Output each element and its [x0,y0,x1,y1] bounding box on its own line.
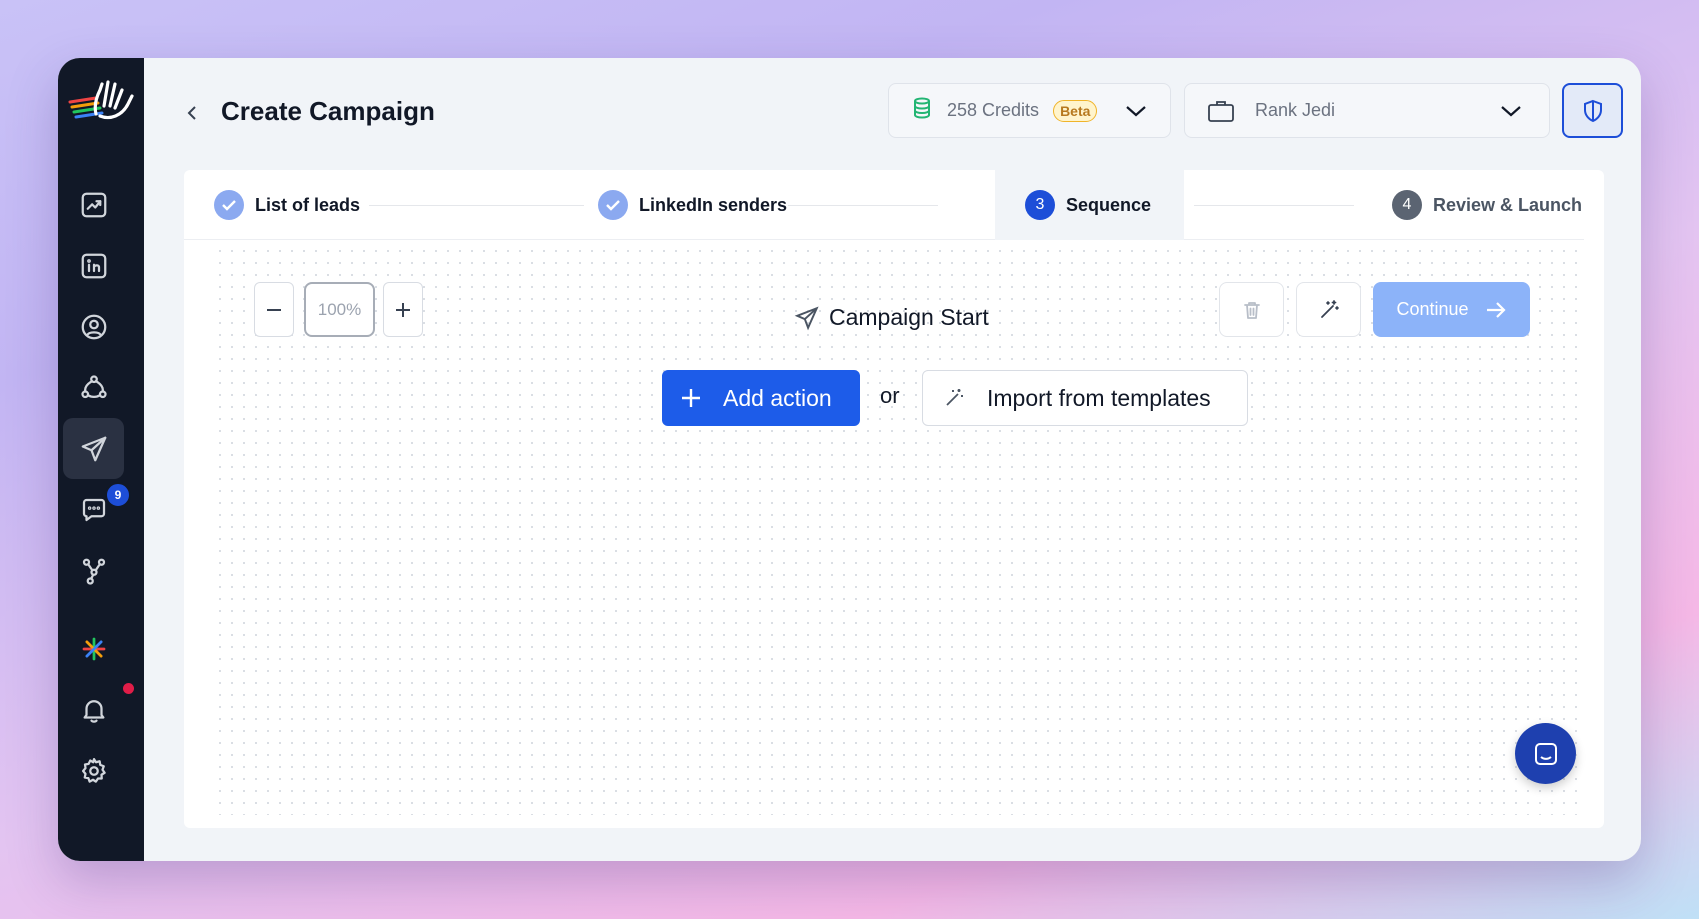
chart-icon [81,192,106,217]
main-area: Create Campaign 258 Credits Beta Rank Je… [144,58,1641,861]
shield-icon [1583,99,1602,122]
logo-icon[interactable] [66,76,136,122]
step-number: 4 [1392,190,1422,220]
linkedin-icon [81,253,106,278]
zoom-in-button[interactable] [383,282,423,337]
beta-badge: Beta [1053,99,1098,122]
back-button[interactable] [184,100,204,126]
step-connector [369,205,584,206]
check-icon [598,190,628,220]
zoom-level[interactable]: 100% [304,282,375,337]
continue-button[interactable]: Continue [1373,282,1530,337]
campaign-builder-card: List of leads LinkedIn senders 3 Sequenc… [184,170,1604,828]
sidebar-item-ai[interactable] [63,618,124,679]
stepper: List of leads LinkedIn senders 3 Sequenc… [184,170,1584,240]
workspace-name: Rank Jedi [1255,100,1336,120]
plus-icon [682,389,700,407]
import-templates-label: Import from templates [987,384,1211,411]
security-button[interactable] [1562,83,1623,138]
send-icon [794,305,819,330]
step-linkedin-senders[interactable]: LinkedIn senders [598,170,787,240]
continue-label: Continue [1396,299,1469,319]
minus-icon [267,308,281,311]
step-connector [1194,205,1354,206]
magic-wand-icon [946,389,963,406]
step-review-launch[interactable]: 4 Review & Launch [1392,170,1582,240]
step-label: LinkedIn senders [639,194,788,215]
arrow-right-icon [1486,301,1506,318]
plus-icon [396,302,410,317]
add-action-label: Add action [723,384,832,411]
campaign-start-node: Campaign Start [794,304,989,331]
page-title: Create Campaign [221,96,435,126]
delete-button[interactable] [1219,282,1284,337]
sidebar-item-messages[interactable]: 9 [63,479,131,540]
gear-icon [81,757,106,783]
sidebar-item-notifications[interactable] [63,679,134,740]
chevron-down-icon [1125,104,1147,118]
step-label: Review & Launch [1433,194,1583,215]
notification-dot [123,683,134,694]
sidebar-item-analytics[interactable] [63,174,124,235]
bell-icon [83,699,104,723]
sidebar-item-linkedin[interactable] [63,235,124,296]
database-icon [911,96,933,125]
sidebar: 9 [58,58,144,861]
step-label: List of leads [255,194,361,215]
step-sequence[interactable]: 3 Sequence [995,170,1184,240]
chevron-left-icon [187,106,196,120]
sparkle-icon [82,637,105,660]
sidebar-item-contacts[interactable] [63,296,124,357]
zoom-out-button[interactable] [254,282,294,337]
chevron-down-icon [1500,104,1522,118]
import-templates-button[interactable]: Import from templates [922,370,1248,426]
credits-label: 258 Credits [947,100,1040,120]
messages-badge: 9 [105,482,131,508]
or-separator: or [880,383,900,408]
campaign-start-label: Campaign Start [829,304,989,330]
sidebar-item-integrations[interactable] [63,540,124,601]
nodes-icon [80,374,107,398]
app-window: 9 Create Campaign 258 Credits Beta Rank … [58,58,1641,861]
check-icon [214,190,244,220]
sidebar-item-network[interactable] [63,357,124,418]
sidebar-item-campaigns[interactable] [63,418,124,479]
step-list-of-leads[interactable]: List of leads [214,170,360,240]
credits-dropdown[interactable]: 258 Credits Beta [888,83,1171,138]
step-number: 3 [1025,190,1055,220]
workspace-dropdown[interactable]: Rank Jedi [1184,83,1550,138]
trash-icon [1243,301,1260,319]
hub-icon [82,558,105,585]
add-action-button[interactable]: Add action [662,370,860,426]
chat-bubble-icon [1534,742,1557,765]
send-icon [81,436,106,461]
briefcase-icon [1208,100,1234,122]
user-circle-icon [81,314,106,339]
magic-wand-button[interactable] [1296,282,1361,337]
support-chat-button[interactable] [1515,723,1576,784]
sidebar-item-settings[interactable] [63,740,124,801]
magic-wand-icon [1320,299,1339,318]
step-label: Sequence [1066,194,1152,215]
step-connector [788,205,938,206]
chat-icon [82,498,105,521]
